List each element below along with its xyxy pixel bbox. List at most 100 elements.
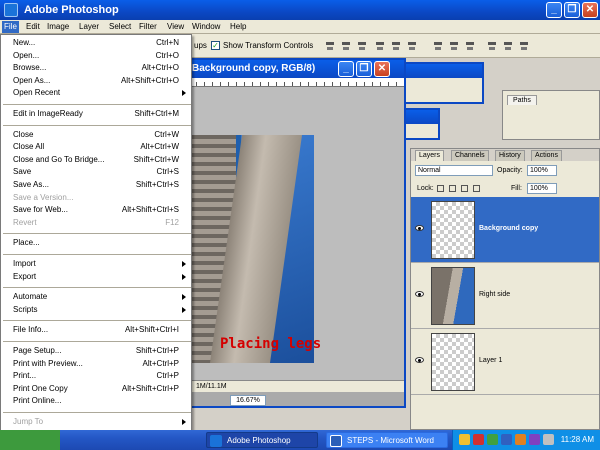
- menu-view[interactable]: View: [165, 21, 186, 33]
- restore-button[interactable]: ❐: [564, 2, 580, 18]
- file-menu-item-edit-in-imageready[interactable]: Edit in ImageReady Shift+Ctrl+M: [1, 108, 191, 120]
- file-menu-item-new[interactable]: New... Ctrl+N: [1, 37, 191, 49]
- file-menu-item-open[interactable]: Open... Ctrl+O: [1, 50, 191, 62]
- distribute-vcenter-icon[interactable]: [448, 40, 460, 51]
- menu-window[interactable]: Window: [190, 21, 222, 33]
- file-menu-item-page-setup[interactable]: Page Setup... Shift+Ctrl+P: [1, 345, 191, 357]
- menu-separator: [3, 320, 191, 322]
- file-menu-item-save[interactable]: Save Ctrl+S: [1, 166, 191, 178]
- tab-layers[interactable]: Layers: [415, 150, 445, 161]
- background-doc-window-2[interactable]: [404, 108, 440, 140]
- tray-icon[interactable]: [459, 434, 470, 445]
- file-menu-item-open-recent[interactable]: Open Recent: [1, 87, 191, 99]
- document-window[interactable]: Background copy, RGB/8) _ ❐ ✕ 1M/11.1M: [170, 58, 406, 408]
- layer-row[interactable]: Right side: [411, 263, 599, 329]
- distribute-hcenter-icon[interactable]: [502, 40, 514, 51]
- lock-position-icon[interactable]: [461, 185, 468, 192]
- align-bottom-icon[interactable]: [356, 40, 368, 51]
- fill-field[interactable]: 100%: [527, 183, 557, 194]
- eye-icon[interactable]: [415, 291, 424, 297]
- distribute-bottom-icon[interactable]: [464, 40, 476, 51]
- tray-icon[interactable]: [501, 434, 512, 445]
- lock-image-icon[interactable]: [449, 185, 456, 192]
- app-title-bar[interactable]: Adobe Photoshop _ ❐ ✕: [0, 0, 600, 20]
- tab-actions[interactable]: Actions: [531, 150, 562, 161]
- file-menu-item-close-all[interactable]: Close All Alt+Ctrl+W: [1, 141, 191, 153]
- close-button[interactable]: ✕: [582, 2, 598, 18]
- show-transform-checkbox[interactable]: ✓: [211, 41, 220, 50]
- align-left-icon[interactable]: [374, 40, 386, 51]
- layer-name: Background copy: [479, 225, 539, 232]
- taskbar-item-word[interactable]: STEPS - Microsoft Word: [326, 432, 448, 448]
- taskbar: Adobe Photoshop STEPS - Microsoft Word 1…: [0, 430, 600, 450]
- tray-icon[interactable]: [515, 434, 526, 445]
- doc-minimize-button[interactable]: _: [338, 61, 354, 77]
- tray-icon[interactable]: [487, 434, 498, 445]
- layer-row[interactable]: Layer 1: [411, 329, 599, 395]
- distribute-right-icon[interactable]: [518, 40, 530, 51]
- taskbar-item-photoshop[interactable]: Adobe Photoshop: [206, 432, 318, 448]
- file-menu-item-save-for-web[interactable]: Save for Web... Alt+Shift+Ctrl+S: [1, 204, 191, 216]
- background-doc-window[interactable]: [404, 62, 484, 104]
- distribute-top-icon[interactable]: [432, 40, 444, 51]
- layer-name: Right side: [479, 291, 511, 298]
- file-menu-item-print-with-preview[interactable]: Print with Preview... Alt+Ctrl+P: [1, 358, 191, 370]
- eye-icon[interactable]: [415, 357, 424, 363]
- menu-item-shortcut: Ctrl+O: [155, 50, 179, 60]
- menu-select[interactable]: Select: [107, 21, 133, 33]
- distribute-left-icon[interactable]: [486, 40, 498, 51]
- speaker-icon[interactable]: [543, 434, 554, 445]
- eye-icon[interactable]: [415, 225, 424, 231]
- background-doc-titlebar[interactable]: [406, 64, 482, 78]
- blend-mode-select[interactable]: Normal: [415, 165, 493, 176]
- document-titlebar[interactable]: Background copy, RGB/8) _ ❐ ✕: [172, 60, 404, 78]
- doc-restore-button[interactable]: ❐: [356, 61, 372, 77]
- menu-layer[interactable]: Layer: [77, 21, 101, 33]
- zoom-level[interactable]: 16.67%: [230, 395, 266, 406]
- file-menu-item-file-info[interactable]: File Info... Alt+Shift+Ctrl+I: [1, 324, 191, 336]
- menu-filter[interactable]: Filter: [137, 21, 159, 33]
- submenu-arrow-icon: [182, 90, 186, 97]
- file-menu-item-close-and-go-to-bridge[interactable]: Close and Go To Bridge... Shift+Ctrl+W: [1, 154, 191, 166]
- file-menu-item-close[interactable]: Close Ctrl+W: [1, 129, 191, 141]
- minimize-button[interactable]: _: [546, 2, 562, 18]
- file-menu-item-print-online[interactable]: Print Online...: [1, 395, 191, 407]
- file-menu-item-scripts[interactable]: Scripts: [1, 304, 191, 316]
- tab-history[interactable]: History: [495, 150, 525, 161]
- menu-item-label: Page Setup...: [13, 346, 62, 355]
- file-menu-item-save-as[interactable]: Save As... Shift+Ctrl+S: [1, 179, 191, 191]
- align-top-icon[interactable]: [324, 40, 336, 51]
- background-doc-titlebar-2[interactable]: [406, 110, 438, 124]
- file-menu-item-place[interactable]: Place...: [1, 237, 191, 249]
- stairs-photo[interactable]: [186, 135, 314, 363]
- file-menu-item-print-one-copy[interactable]: Print One Copy Alt+Shift+Ctrl+P: [1, 383, 191, 395]
- tray-icon[interactable]: [529, 434, 540, 445]
- align-vcenter-icon[interactable]: [340, 40, 352, 51]
- horizontal-ruler: [172, 78, 404, 87]
- menu-help[interactable]: Help: [228, 21, 248, 33]
- align-hcenter-icon[interactable]: [390, 40, 402, 51]
- menu-edit[interactable]: Edit: [24, 21, 42, 33]
- lock-transparency-icon[interactable]: [437, 185, 444, 192]
- opacity-label: Opacity:: [497, 167, 523, 174]
- tab-channels[interactable]: Channels: [451, 150, 489, 161]
- doc-close-button[interactable]: ✕: [374, 61, 390, 77]
- file-menu-item-open-as[interactable]: Open As... Alt+Shift+Ctrl+O: [1, 75, 191, 87]
- start-button[interactable]: [0, 430, 60, 450]
- file-menu-item-print[interactable]: Print... Ctrl+P: [1, 370, 191, 382]
- options-partial-label: ups: [194, 41, 207, 50]
- layer-row[interactable]: Background copy: [411, 197, 599, 263]
- lock-all-icon[interactable]: [473, 185, 480, 192]
- file-menu-item-browse[interactable]: Browse... Alt+Ctrl+O: [1, 62, 191, 74]
- opacity-field[interactable]: 100%: [527, 165, 557, 176]
- menu-image[interactable]: Image: [45, 21, 71, 33]
- menu-item-shortcut: Alt+Shift+Ctrl+O: [120, 75, 179, 85]
- tab-paths[interactable]: Paths: [507, 95, 537, 105]
- align-right-icon[interactable]: [406, 40, 418, 51]
- submenu-arrow-icon: [182, 294, 186, 301]
- tray-icon[interactable]: [473, 434, 484, 445]
- file-menu-item-import[interactable]: Import: [1, 258, 191, 270]
- menu-file[interactable]: File: [2, 21, 19, 33]
- file-menu-item-export[interactable]: Export: [1, 271, 191, 283]
- file-menu-item-automate[interactable]: Automate: [1, 291, 191, 303]
